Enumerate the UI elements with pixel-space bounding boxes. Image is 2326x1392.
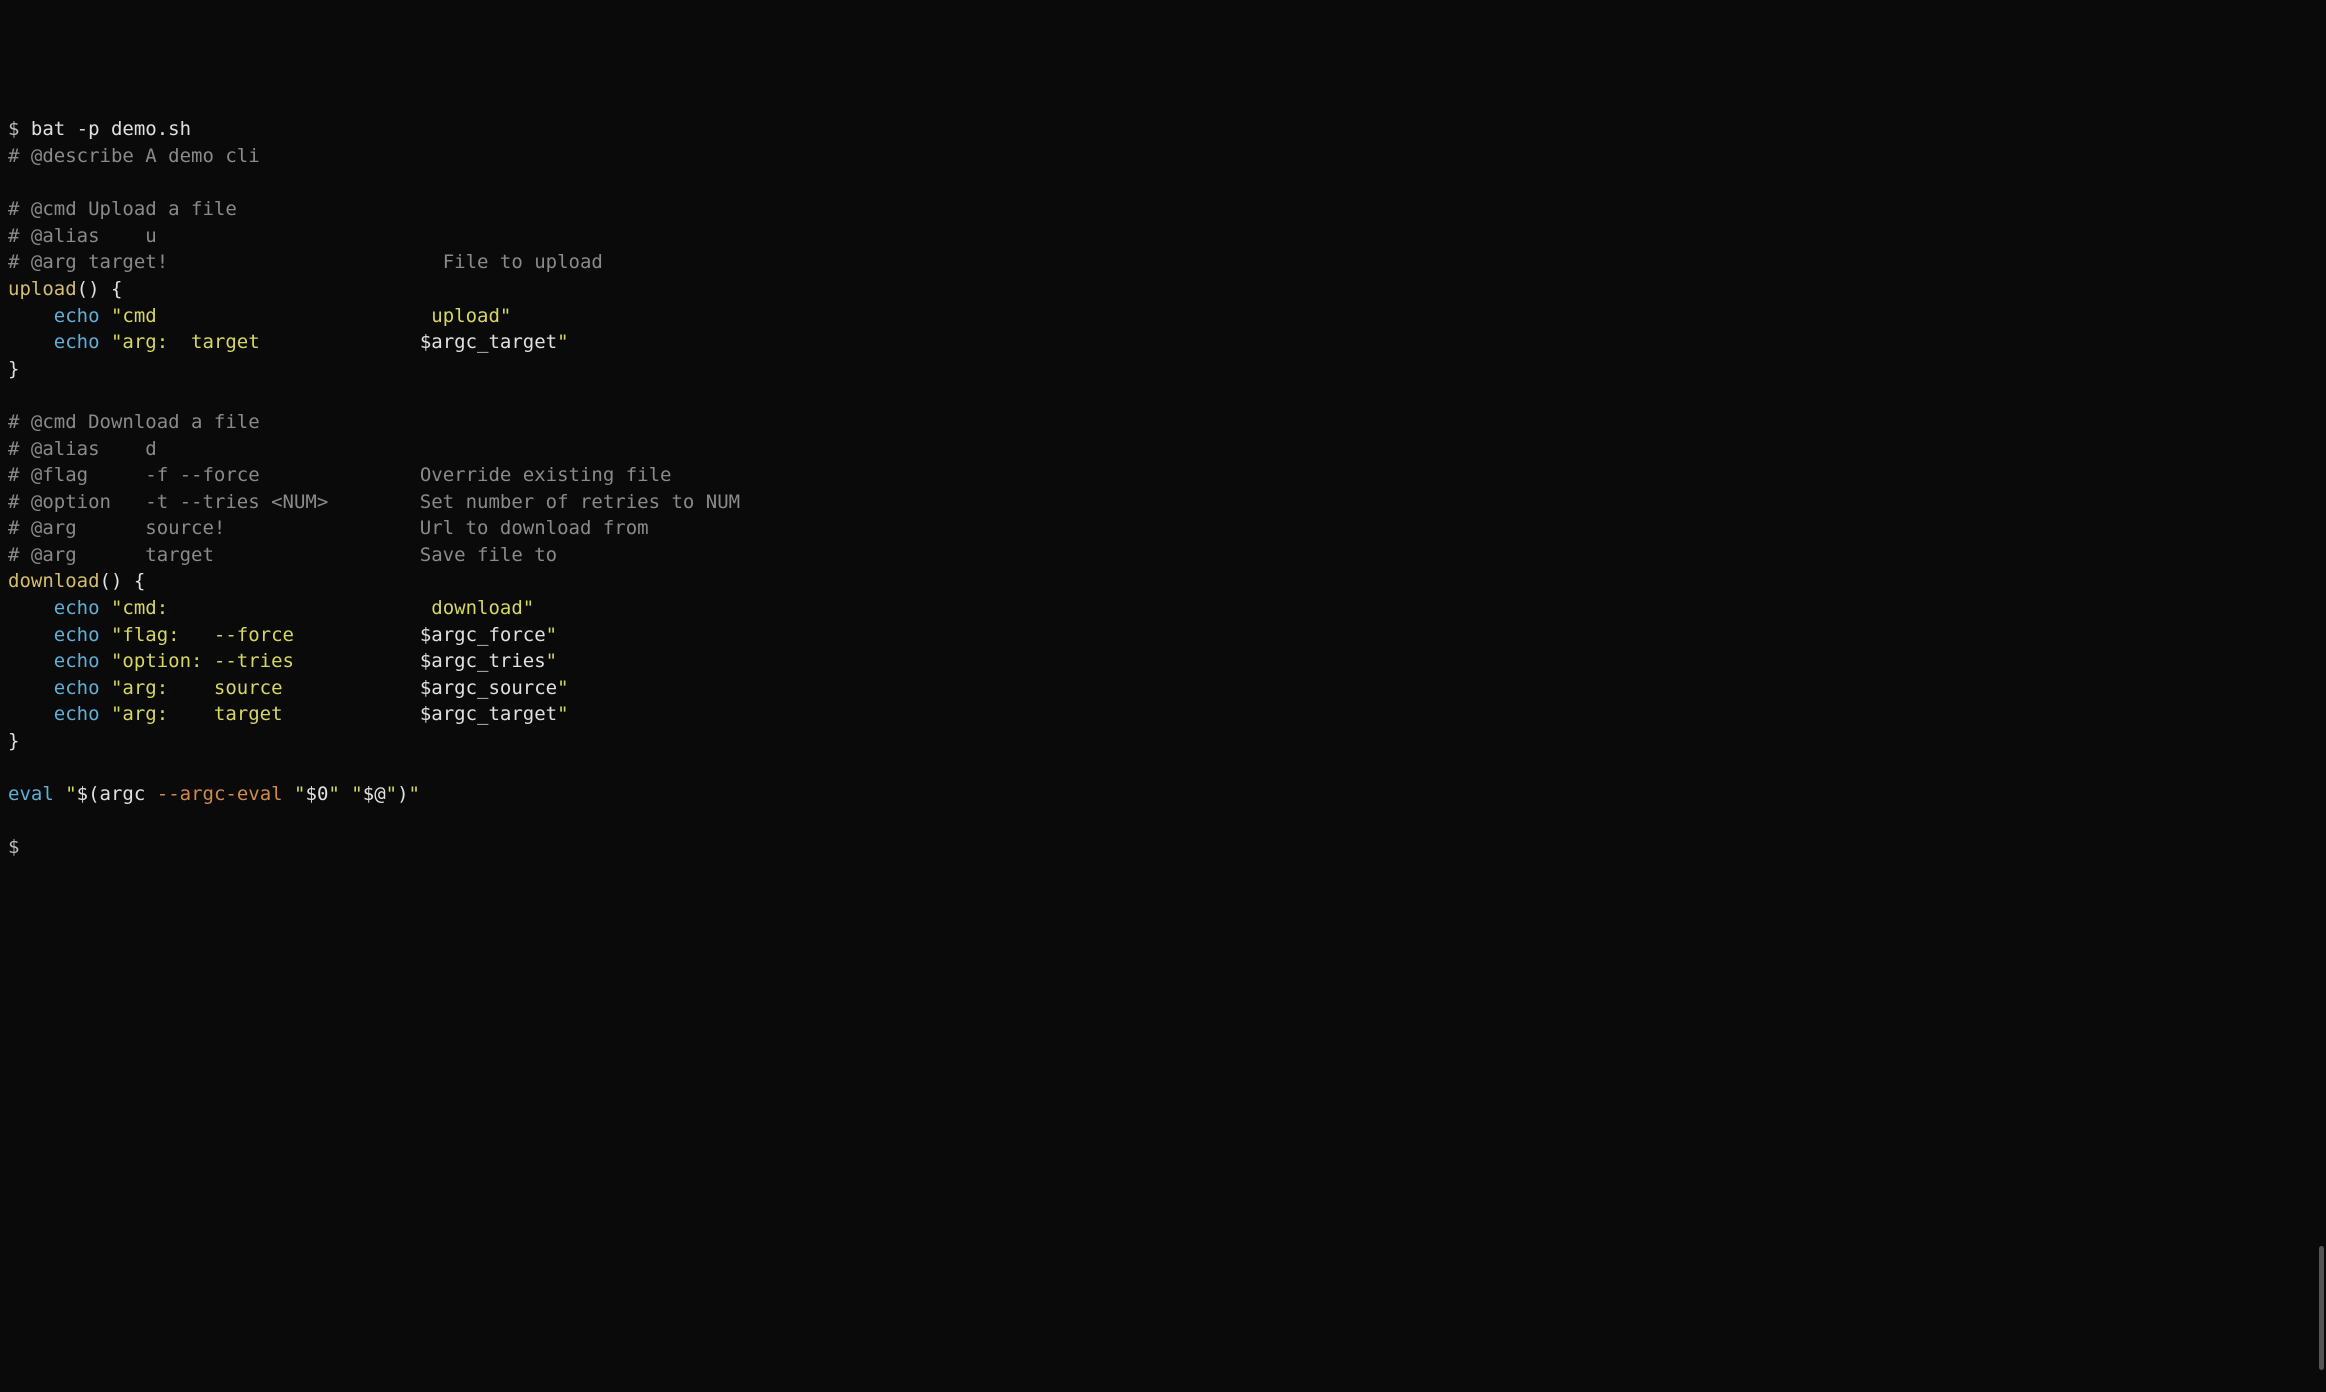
comment-alias-u: # @alias u [8, 223, 2318, 250]
command-line-1: $ bat -p demo.sh [8, 116, 2318, 143]
comment-flag-force: # @flag -f --force Override existing fil… [8, 462, 2318, 489]
blank-line-3 [8, 755, 2318, 782]
download-close-brace: } [8, 728, 2318, 755]
scrollbar[interactable] [2319, 8, 2324, 1384]
typed-command: bat -p demo.sh [31, 118, 191, 140]
comment-arg-target-upload: # @arg target! File to upload [8, 249, 2318, 276]
prompt-symbol-2: $ [8, 836, 19, 858]
comment-cmd-download: # @cmd Download a file [8, 409, 2318, 436]
comment-describe: # @describe A demo cli [8, 143, 2318, 170]
download-echo-target: echo "arg: target $argc_target" [8, 701, 2318, 728]
terminal-output[interactable]: $ bat -p demo.sh# @describe A demo cli #… [8, 116, 2318, 861]
blank-line [8, 170, 2318, 197]
download-echo-cmd: echo "cmd: download" [8, 595, 2318, 622]
upload-function-decl: upload() { [8, 276, 2318, 303]
scrollbar-thumb[interactable] [2319, 1246, 2324, 1370]
eval-line: eval "$(argc --argc-eval "$0" "$@")" [8, 781, 2318, 808]
prompt-symbol: $ [8, 118, 31, 140]
blank-line-2 [8, 382, 2318, 409]
upload-echo-arg: echo "arg: target $argc_target" [8, 329, 2318, 356]
download-echo-flag: echo "flag: --force $argc_force" [8, 622, 2318, 649]
comment-option-tries: # @option -t --tries <NUM> Set number of… [8, 489, 2318, 516]
blank-line-4 [8, 808, 2318, 835]
command-line-2: $ [8, 834, 2318, 861]
download-echo-option: echo "option: --tries $argc_tries" [8, 648, 2318, 675]
comment-arg-source: # @arg source! Url to download from [8, 515, 2318, 542]
download-echo-source: echo "arg: source $argc_source" [8, 675, 2318, 702]
download-function-decl: download() { [8, 568, 2318, 595]
comment-arg-target-download: # @arg target Save file to [8, 542, 2318, 569]
comment-cmd-upload: # @cmd Upload a file [8, 196, 2318, 223]
upload-echo-cmd: echo "cmd upload" [8, 303, 2318, 330]
comment-alias-d: # @alias d [8, 436, 2318, 463]
upload-close-brace: } [8, 356, 2318, 383]
